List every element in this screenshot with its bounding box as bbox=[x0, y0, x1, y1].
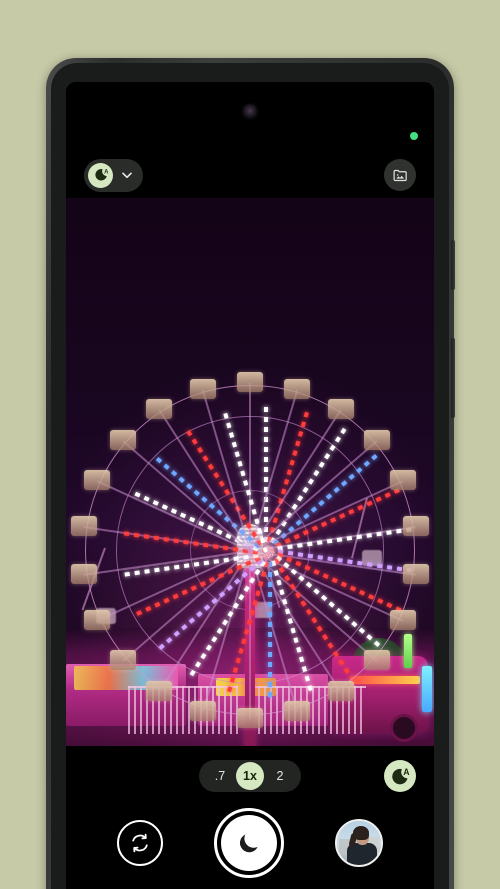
ferris-wheel-cabin bbox=[363, 650, 390, 671]
night-sight-mode-pill[interactable]: A bbox=[84, 158, 143, 192]
ferris-wheel-cabin bbox=[389, 470, 416, 491]
ferris-wheel-cabin bbox=[237, 708, 263, 728]
top-control-bar: A bbox=[66, 152, 434, 198]
photo-folder-icon bbox=[393, 169, 407, 181]
ferris-wheel-cabin bbox=[237, 372, 263, 392]
chevron-down-icon bbox=[119, 167, 135, 183]
ferris-wheel-cabin bbox=[110, 650, 137, 671]
flip-camera-icon bbox=[132, 833, 149, 853]
ferris-wheel-cabin bbox=[327, 398, 354, 419]
zoom-level-selector[interactable]: .7 1x 2 bbox=[199, 760, 301, 792]
zoom-option-2x[interactable]: 2 bbox=[264, 762, 296, 790]
green-privacy-dot-icon bbox=[410, 132, 418, 140]
ferris-wheel-cabin bbox=[327, 681, 354, 702]
ferris-wheel-cabin bbox=[363, 429, 390, 450]
camera-controls-panel: .7 1x 2 A bbox=[66, 746, 434, 889]
phone-screen: A .7 1x 2 A bbox=[66, 82, 434, 889]
ferris-wheel-cabin bbox=[284, 701, 311, 722]
ferris-wheel-cabin bbox=[189, 701, 216, 722]
zoom-control-row: .7 1x 2 bbox=[66, 760, 434, 792]
truck-tire bbox=[390, 714, 418, 742]
ferris-wheel-cabin bbox=[284, 378, 311, 399]
shutter-action-row bbox=[66, 808, 434, 878]
ferris-wheel-cabin bbox=[189, 378, 216, 399]
ferris-wheel-cabin bbox=[84, 609, 111, 630]
ferris-wheel-cabin bbox=[403, 563, 430, 584]
ferris-wheel-cabin bbox=[110, 429, 137, 450]
svg-text:A: A bbox=[403, 766, 410, 776]
svg-text:A: A bbox=[104, 169, 109, 175]
front-camera-punch-hole-icon bbox=[242, 104, 258, 119]
viewfinder-preview-image bbox=[66, 198, 434, 746]
zoom-option-1x[interactable]: 1x bbox=[236, 762, 264, 790]
volume-rocker-button[interactable] bbox=[451, 338, 455, 418]
flip-camera-button[interactable] bbox=[117, 820, 164, 866]
power-button[interactable] bbox=[451, 240, 455, 290]
ferris-wheel-cabin bbox=[70, 516, 97, 537]
last-photo-thumbnail-button[interactable] bbox=[334, 819, 383, 867]
moon-shutter-icon bbox=[239, 834, 258, 853]
ferris-wheel-cabin bbox=[146, 681, 173, 702]
camera-viewfinder[interactable] bbox=[66, 198, 434, 746]
night-sight-status-badge[interactable]: A bbox=[384, 760, 416, 792]
ferris-wheel-spoke bbox=[249, 551, 251, 719]
night-sight-auto-moon-icon: A bbox=[88, 162, 113, 188]
ferris-wheel-cabin bbox=[403, 516, 430, 537]
ferris-wheel-led-strip bbox=[268, 552, 272, 702]
phone-device: A .7 1x 2 A bbox=[46, 58, 455, 889]
zoom-option-0.7x[interactable]: .7 bbox=[204, 762, 236, 790]
ferris-wheel-cabin bbox=[389, 609, 416, 630]
ferris-wheel-cabin bbox=[70, 563, 97, 584]
ferris-wheel-cabin bbox=[146, 398, 173, 419]
photo-folder-icon-button[interactable] bbox=[384, 159, 416, 191]
shutter-button-core bbox=[220, 815, 277, 871]
night-sight-auto-moon-icon: A bbox=[391, 766, 410, 784]
shutter-button[interactable] bbox=[213, 808, 284, 878]
ferris-wheel-cabin bbox=[84, 470, 111, 491]
